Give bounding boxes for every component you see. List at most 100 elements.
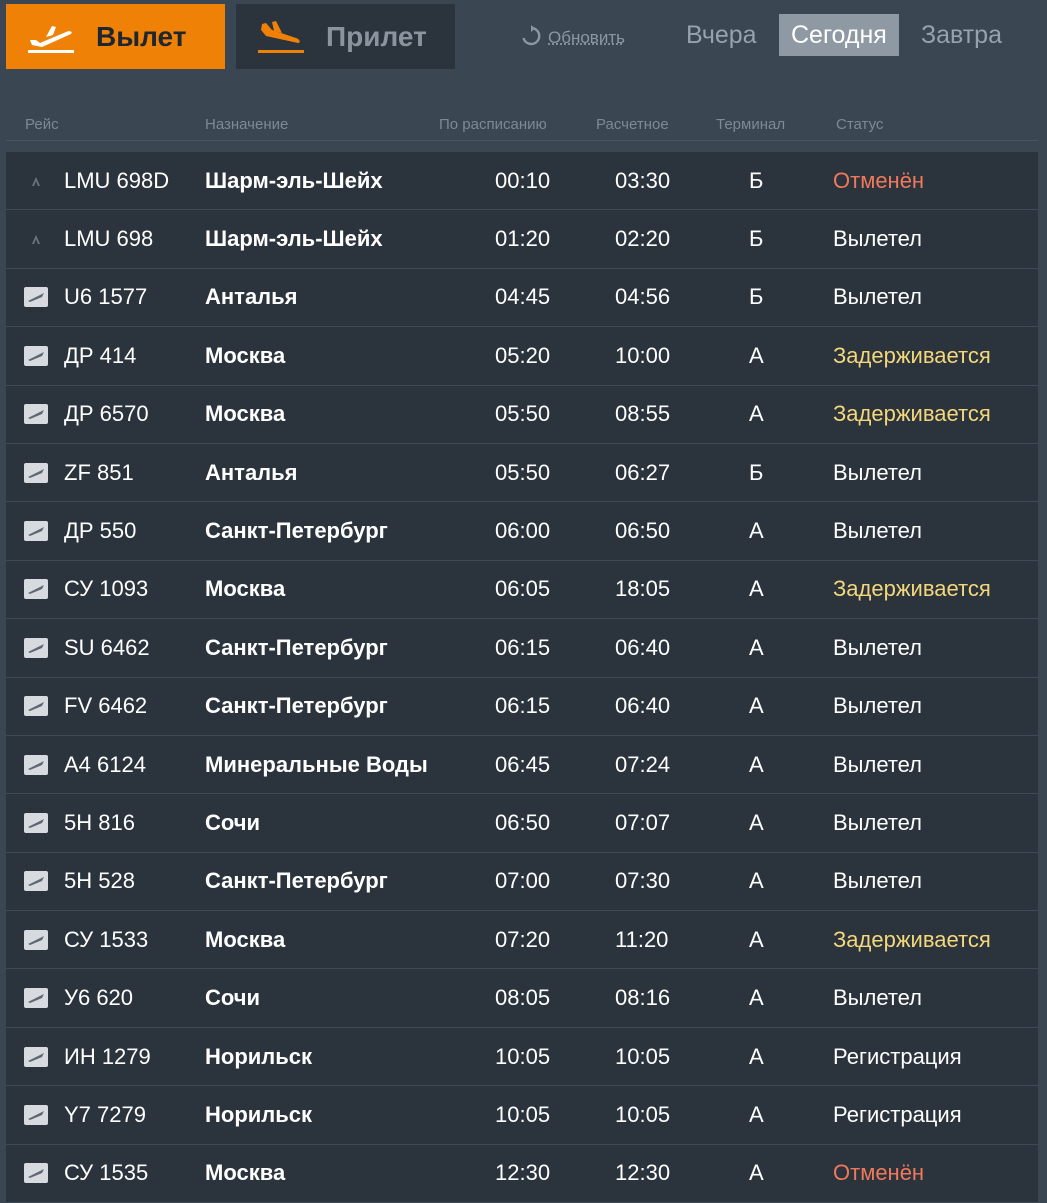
- terminal: А: [749, 401, 764, 427]
- table-row[interactable]: Y7 7279 Норильск 10:05 10:05 А Регистрация: [6, 1086, 1038, 1145]
- destination: Норильск: [205, 1101, 313, 1127]
- flight-number: Y7 7279: [64, 1101, 146, 1127]
- flight-status: Вылетел: [833, 226, 922, 252]
- destination: Москва: [205, 401, 286, 427]
- estimated-time: 10:05: [615, 1101, 671, 1127]
- destination: Санкт-Петербург: [205, 868, 388, 894]
- scheduled-time: 06:15: [495, 693, 551, 719]
- tab-arrival-label: Прилет: [326, 20, 427, 52]
- table-row[interactable]: LMU 698D Шарм-эль-Шейх 00:10 03:30 Б Отменён: [6, 152, 1038, 211]
- airline-logo-icon: [24, 287, 48, 308]
- estimated-time: 03:30: [615, 167, 671, 193]
- scheduled-time: 06:15: [495, 634, 551, 660]
- flight-status: Отменён: [833, 167, 925, 193]
- destination: Москва: [205, 926, 286, 952]
- estimated-time: 12:30: [615, 1160, 671, 1186]
- scheduled-time: 12:30: [495, 1160, 551, 1186]
- table-row[interactable]: A4 6124 Минеральные Воды 06:45 07:24 А Вылете…: [6, 735, 1038, 795]
- divider: [6, 140, 1038, 141]
- table-row[interactable]: 5H 816 Сочи 06:50 07:07 А Вылетел: [6, 794, 1038, 853]
- flight-number: ДР 550: [64, 518, 137, 544]
- flight-status: Вылетел: [833, 634, 922, 660]
- table-row[interactable]: ZF 851 Анталья 05:50 06:27 Б Вылетел: [6, 443, 1038, 503]
- tab-departure[interactable]: Вылет: [6, 4, 225, 69]
- estimated-time: 02:20: [615, 226, 671, 252]
- terminal: Б: [749, 226, 764, 252]
- tab-departure-label: Вылет: [96, 20, 187, 52]
- scheduled-time: 04:45: [495, 284, 551, 310]
- terminal: А: [749, 809, 764, 835]
- table-row[interactable]: У6 620 Сочи 08:05 08:16 А Вылетел: [6, 969, 1038, 1028]
- table-row[interactable]: СУ 1093 Москва 06:05 18:05 А Задерживается: [6, 560, 1038, 620]
- flight-number: У6 620: [64, 985, 134, 1011]
- flight-number: SU 6462: [64, 634, 150, 660]
- header-terminal: Терминал: [716, 116, 786, 133]
- estimated-time: 10:05: [615, 1043, 671, 1069]
- table-row[interactable]: ДР 550 Санкт-Петербург 06:00 06:50 А Вылетел: [6, 502, 1038, 561]
- header-scheduled: По расписанию: [439, 116, 547, 133]
- terminal: Б: [749, 167, 764, 193]
- destination: Санкт-Петербург: [205, 518, 388, 544]
- destination: Анталья: [205, 459, 298, 485]
- airline-logo-icon: [24, 345, 48, 366]
- tab-arrival[interactable]: Прилет: [236, 4, 455, 69]
- flight-status: Задерживается: [833, 576, 991, 602]
- flight-number: СУ 1533: [64, 926, 149, 952]
- table-row[interactable]: FV 6462 Санкт-Петербург 06:15 06:40 А Вылетел: [6, 677, 1038, 736]
- table-row[interactable]: СУ 1535 Москва 12:30 12:30 А Отменён: [6, 1144, 1038, 1203]
- airline-logo-icon: [24, 1046, 48, 1067]
- day-yesterday[interactable]: Вчера: [674, 14, 769, 56]
- flight-number: LMU 698: [64, 226, 154, 252]
- estimated-time: 06:27: [615, 459, 671, 485]
- terminal: А: [749, 342, 764, 368]
- airline-logo-icon: [24, 754, 48, 775]
- airline-logo-icon: [24, 579, 48, 600]
- flight-status: Вылетел: [833, 809, 922, 835]
- airline-logo-icon: [24, 929, 48, 950]
- scheduled-time: 06:50: [495, 809, 551, 835]
- airline-logo-icon: [24, 229, 48, 249]
- table-row[interactable]: 5H 528 Санкт-Петербург 07:00 07:30 А Вылетел: [6, 852, 1038, 912]
- table-row[interactable]: SU 6462 Санкт-Петербург 06:15 06:40 А Вылетел: [6, 619, 1038, 678]
- refresh-icon: [520, 24, 542, 52]
- table-row[interactable]: LMU 698 Шарм-эль-Шейх 01:20 02:20 Б Вылетел: [6, 210, 1038, 269]
- table-row[interactable]: СУ 1533 Москва 07:20 11:20 А Задерживается: [6, 911, 1038, 970]
- scheduled-time: 08:05: [495, 985, 551, 1011]
- flight-number: ИН 1279: [64, 1043, 151, 1069]
- terminal: А: [749, 1160, 764, 1186]
- scheduled-time: 06:45: [495, 751, 551, 777]
- day-today[interactable]: Сегодня: [779, 14, 899, 56]
- estimated-time: 07:30: [615, 868, 671, 894]
- destination: Москва: [205, 1160, 286, 1186]
- estimated-time: 07:07: [615, 809, 671, 835]
- scheduled-time: 10:05: [495, 1043, 551, 1069]
- estimated-time: 18:05: [615, 576, 671, 602]
- flight-status: Вылетел: [833, 868, 922, 894]
- airline-logo-icon: [24, 696, 48, 717]
- airline-logo-icon: [24, 404, 48, 425]
- refresh-label: Обновить: [548, 28, 625, 47]
- header-estimated: Расчетное: [596, 116, 669, 133]
- destination: Москва: [205, 576, 286, 602]
- flight-status: Вылетел: [833, 518, 922, 544]
- terminal: А: [749, 576, 764, 602]
- flight-number: 5H 816: [64, 809, 135, 835]
- table-row[interactable]: ДР 414 Москва 05:20 10:00 А Задерживается: [6, 327, 1038, 386]
- flight-number: A4 6124: [64, 751, 146, 777]
- flight-status: Вылетел: [833, 985, 922, 1011]
- scheduled-time: 01:20: [495, 226, 551, 252]
- day-tomorrow[interactable]: Завтра: [909, 14, 1014, 56]
- table-row[interactable]: U6 1577 Анталья 04:45 04:56 Б Вылетел: [6, 268, 1038, 328]
- table-row[interactable]: ИН 1279 Норильск 10:05 10:05 А Регистрация: [6, 1027, 1038, 1087]
- table-row[interactable]: ДР 6570 Москва 05:50 08:55 А Задерживается: [6, 385, 1038, 444]
- header-flight: Рейс: [25, 116, 59, 133]
- terminal: А: [749, 985, 764, 1011]
- destination: Сочи: [205, 985, 261, 1011]
- destination: Сочи: [205, 809, 261, 835]
- airline-logo-icon: [24, 1163, 48, 1184]
- estimated-time: 08:55: [615, 401, 671, 427]
- refresh-button[interactable]: Обновить: [520, 24, 625, 52]
- flights-table: LMU 698D Шарм-эль-Шейх 00:10 03:30 Б Отменён L…: [6, 152, 1038, 1203]
- scheduled-time: 00:10: [495, 167, 551, 193]
- flight-number: LMU 698D: [64, 167, 170, 193]
